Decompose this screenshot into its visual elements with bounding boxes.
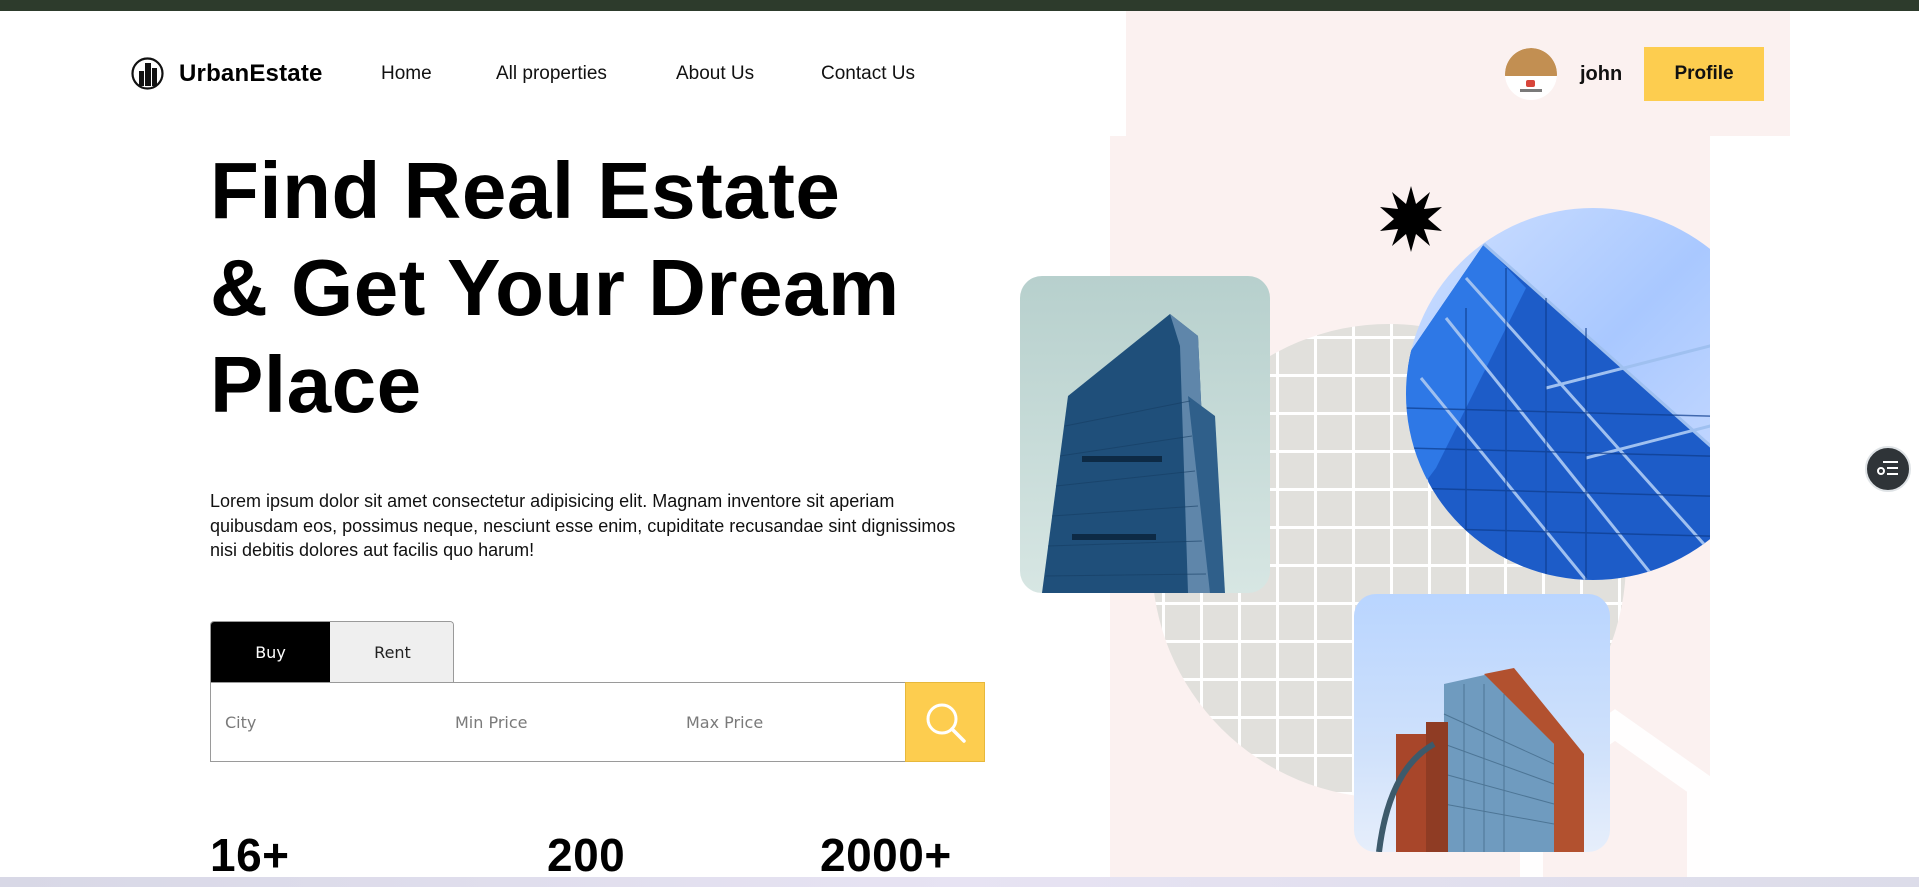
- max-price-input[interactable]: [672, 683, 902, 761]
- profile-button[interactable]: Profile: [1644, 47, 1764, 101]
- hero-title: Find Real Estate & Get Your Dream Place: [210, 146, 900, 429]
- search-button[interactable]: [905, 682, 985, 762]
- stat-awards-value: 200: [547, 829, 626, 881]
- hero-description: Lorem ipsum dolor sit amet consectetur a…: [210, 491, 956, 560]
- bottom-edge-strip: [0, 877, 1919, 887]
- building-logo-icon: [131, 57, 164, 90]
- tall-building-image: [1020, 276, 1270, 593]
- city-input[interactable]: [211, 683, 441, 761]
- nav-about-us-link[interactable]: About Us: [676, 63, 754, 85]
- brand-name[interactable]: UrbanEstate: [179, 60, 323, 88]
- top-accent-bar: [0, 0, 1919, 11]
- min-price-input[interactable]: [441, 683, 671, 761]
- search-type-tabs: Buy Rent: [210, 621, 454, 683]
- property-search-form: [210, 682, 985, 762]
- nav-contact-us-link[interactable]: Contact Us: [821, 63, 915, 85]
- nav-home-link[interactable]: Home: [381, 63, 432, 85]
- starburst-icon: [1380, 186, 1442, 252]
- brick-building-image: [1354, 594, 1610, 852]
- search-icon: [926, 703, 966, 743]
- tab-rent[interactable]: Rent: [330, 622, 453, 683]
- list-menu-icon: [1877, 461, 1898, 475]
- glass-building-circle-image: [1406, 208, 1710, 580]
- floating-menu-button[interactable]: [1865, 446, 1911, 492]
- username-label: john: [1580, 63, 1623, 85]
- tab-buy[interactable]: Buy: [211, 622, 330, 683]
- stat-properties-value: 2000+: [820, 829, 952, 881]
- user-avatar[interactable]: [1505, 48, 1557, 100]
- stat-years-value: 16+: [210, 829, 290, 881]
- nav-all-properties-link[interactable]: All properties: [496, 63, 607, 85]
